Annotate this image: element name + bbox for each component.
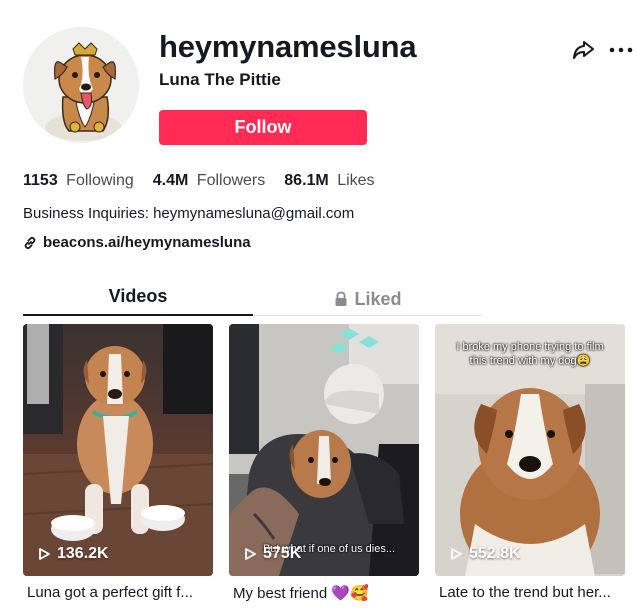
view-count-text: 136.2K — [57, 545, 109, 562]
tab-label: Liked — [354, 288, 402, 309]
profile-tabs: Videos Liked — [23, 282, 483, 316]
profile-bio: Business Inquiries: heymynamesluna@gmail… — [23, 205, 355, 222]
stat-label: Following — [66, 172, 134, 189]
profile-username: heymynamesluna — [159, 29, 417, 64]
video-card[interactable]: I broke my phone trying to film this tre… — [435, 324, 625, 601]
stat-label: Likes — [337, 172, 375, 189]
video-thumbnail[interactable]: 136.2K — [23, 324, 213, 576]
video-caption[interactable]: Luna got a perfect gift f... — [23, 584, 213, 601]
stat-likes: 86.1M Likes — [284, 172, 374, 190]
tab-videos[interactable]: Videos — [23, 282, 253, 316]
view-count: 136.2K — [37, 545, 109, 563]
view-count: 552.8K — [449, 545, 521, 563]
stat-value: 86.1M — [284, 172, 329, 189]
stat-followers[interactable]: 4.4M Followers — [153, 172, 266, 190]
follow-button[interactable]: Follow — [159, 110, 367, 145]
video-overlay-text: I broke my phone trying to film this tre… — [456, 341, 604, 367]
view-count-text: 575K — [263, 545, 302, 562]
play-icon — [451, 548, 462, 560]
dog-with-buttons-image — [23, 324, 213, 576]
stat-value: 1153 — [23, 172, 58, 189]
view-count: 575K — [243, 545, 301, 563]
profile-avatar[interactable] — [23, 27, 139, 143]
video-caption[interactable]: Late to the trend but her... — [435, 584, 625, 601]
link-icon — [24, 236, 36, 249]
dog-with-man-image — [229, 324, 419, 576]
profile-link-text: beacons.ai/heymynamesluna — [43, 234, 251, 251]
video-caption[interactable]: My best friend 💜🥰 — [229, 584, 419, 602]
video-grid: 136.2K Luna got a perfect gift f... But … — [23, 324, 626, 612]
stat-label: Followers — [196, 172, 266, 189]
tab-liked[interactable]: Liked — [253, 282, 483, 315]
lock-icon — [335, 291, 347, 306]
video-thumbnail[interactable]: I broke my phone trying to film this tre… — [435, 324, 625, 576]
video-card[interactable]: 136.2K Luna got a perfect gift f... — [23, 324, 213, 601]
video-thumbnail[interactable]: But what if one of us dies... 575K — [229, 324, 419, 576]
view-count-text: 552.8K — [469, 545, 521, 562]
more-options-icon[interactable] — [607, 36, 635, 64]
profile-nickname: Luna The Pittie — [159, 70, 281, 89]
profile-link[interactable]: beacons.ai/heymynamesluna — [23, 234, 251, 251]
video-card[interactable]: But what if one of us dies... 575K My be… — [229, 324, 419, 602]
stat-value: 4.4M — [152, 172, 189, 189]
stat-following[interactable]: 1153 Following — [23, 172, 134, 190]
share-icon[interactable] — [569, 36, 597, 64]
play-icon — [245, 548, 256, 560]
profile-stats: 1153 Following 4.4M Followers 86.1M Like… — [23, 172, 394, 190]
tab-label: Videos — [108, 286, 168, 306]
play-icon — [39, 548, 50, 560]
dog-avatar-illustration — [23, 27, 139, 143]
